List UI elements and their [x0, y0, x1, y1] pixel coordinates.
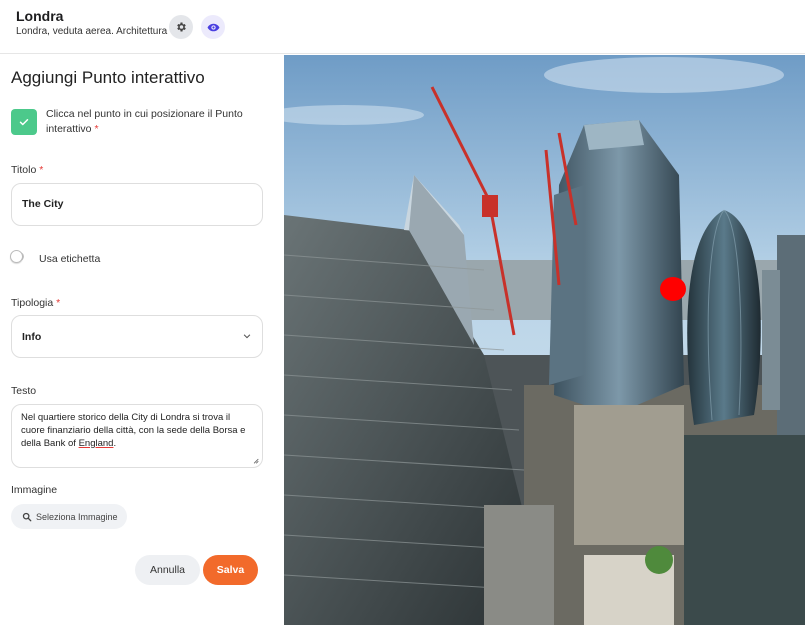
eye-icon	[207, 23, 219, 31]
type-field-label: Tipologia *	[11, 297, 61, 309]
position-status-badge	[11, 109, 37, 135]
title-input-value: The City	[22, 198, 64, 210]
hotspot-form-panel: Aggiungi Punto interattivo Clicca nel pu…	[0, 55, 284, 625]
title-input[interactable]: The City	[11, 183, 263, 226]
save-button[interactable]: Salva	[203, 555, 258, 585]
cancel-button[interactable]: Annulla	[135, 555, 200, 585]
text-field-label: Testo	[11, 385, 37, 397]
text-textarea[interactable]: Nel quartiere storico della City di Lond…	[11, 404, 263, 468]
title-field-label: Titolo *	[11, 164, 44, 176]
type-select-value: Info	[22, 331, 42, 343]
select-image-button[interactable]: Seleziona Immagine	[11, 504, 127, 529]
chevron-down-icon	[243, 334, 251, 339]
preview-button[interactable]	[201, 15, 225, 39]
settings-button[interactable]	[169, 15, 193, 39]
search-icon	[22, 512, 32, 521]
type-select[interactable]: Info	[11, 315, 263, 358]
label-toggle-label: Usa etichetta	[39, 253, 101, 265]
panel-title: Aggiungi Punto interattivo	[11, 68, 205, 87]
gear-icon	[177, 22, 186, 32]
image-field-label: Immagine	[11, 484, 58, 496]
label-toggle[interactable]	[10, 250, 23, 263]
position-instruction: Clicca nel punto in cui posizionare il P…	[46, 108, 243, 135]
top-bar: Londra Londra, veduta aerea. Architettur…	[0, 0, 805, 54]
city-photo	[284, 55, 805, 625]
page-title: Londra	[16, 8, 64, 24]
page-subtitle: Londra, veduta aerea. Architettura	[16, 26, 168, 37]
image-canvas[interactable]	[284, 55, 805, 625]
hotspot-marker[interactable]	[660, 277, 686, 301]
check-icon	[19, 119, 29, 126]
resize-handle-icon[interactable]	[252, 457, 259, 464]
